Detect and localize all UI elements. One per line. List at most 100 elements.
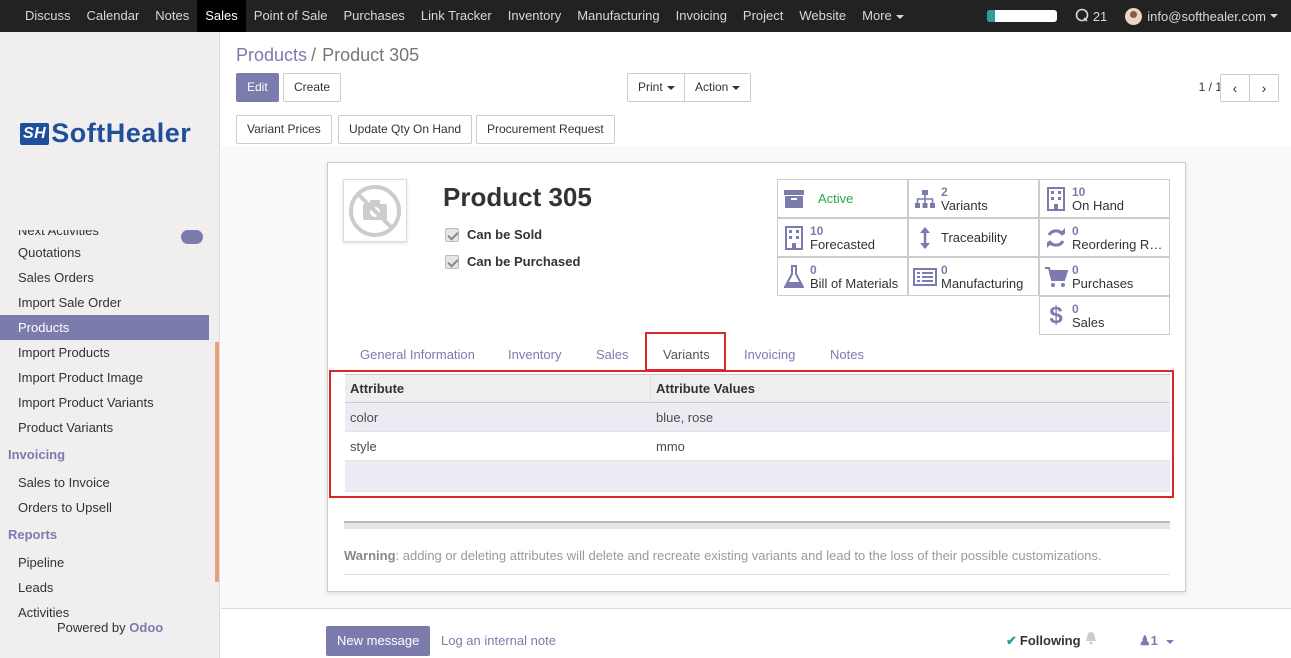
menu-more[interactable]: More (854, 0, 912, 32)
sidebar-item-orders-to-upsell[interactable]: Orders to Upsell (0, 495, 209, 520)
company-logo: SH SoftHealer (20, 118, 191, 149)
can-be-purchased-checkbox[interactable]: Can be Purchased (445, 254, 580, 269)
sidebar-item-sales-orders[interactable]: Sales Orders (0, 265, 209, 290)
following-button[interactable]: ✔ Following (1006, 633, 1081, 649)
user-email: info@softhealer.com (1147, 8, 1266, 24)
sidebar-item-next-activities[interactable]: Next Activities (0, 230, 209, 240)
archive-icon (778, 189, 810, 209)
sitemap-icon (909, 189, 941, 209)
sidebar-item-import-sale-order[interactable]: Import Sale Order (0, 290, 209, 315)
breadcrumb-current: Product 305 (322, 45, 420, 65)
variants-smart-button[interactable]: 2 Variants (908, 179, 1039, 218)
breadcrumb-products[interactable]: Products (236, 45, 307, 65)
sidebar-item-product-variants[interactable]: Product Variants (0, 415, 209, 440)
tab-inventory[interactable]: Inventory (508, 347, 561, 362)
bell-icon[interactable] (1085, 631, 1097, 648)
sidebar-item-leads[interactable]: Leads (0, 575, 209, 600)
traceability-smart-button[interactable]: Traceability (908, 218, 1039, 257)
procurement-request-button[interactable]: Procurement Request (476, 115, 615, 144)
sidebar-item-products[interactable]: Products (0, 315, 209, 340)
sidebar-section-reports[interactable]: Reports (0, 520, 209, 550)
menu-manufacturing[interactable]: Manufacturing (569, 0, 667, 32)
variants-label: Variants (941, 197, 988, 213)
can-be-sold-checkbox[interactable]: Can be Sold (445, 227, 542, 242)
sidebar-item-sales-to-invoice[interactable]: Sales to Invoice (0, 470, 209, 495)
powered-by: Powered by Odoo (57, 620, 163, 635)
log-note-button[interactable]: Log an internal note (441, 633, 556, 648)
bom-smart-button[interactable]: 0 Bill of Materials (777, 257, 908, 296)
form-statusbar: Variant Prices Update Qty On Hand Procur… (221, 113, 1291, 146)
sidebar-item-import-product-image[interactable]: Import Product Image (0, 365, 209, 390)
print-dropdown[interactable]: Print (627, 73, 686, 102)
menu-point-of-sale[interactable]: Point of Sale (246, 0, 336, 32)
chevron-down-icon (895, 14, 904, 19)
menu-discuss[interactable]: Discuss (17, 0, 79, 32)
divider (344, 521, 1170, 529)
on-hand-label: On Hand (1072, 197, 1125, 213)
action-dropdown[interactable]: Action (684, 73, 752, 102)
menu-inventory[interactable]: Inventory (500, 0, 569, 32)
sidebar-item-import-products[interactable]: Import Products (0, 340, 209, 365)
chevron-right-icon: › (1261, 80, 1267, 96)
reordering-info: 0 Reordering R… (1072, 224, 1162, 252)
chevron-down-icon (1270, 14, 1278, 18)
sidebar-menu: Next Activities Quotations Sales Orders … (0, 230, 209, 625)
breadcrumb: Products / Product 305 (236, 45, 419, 66)
powered-prefix: Powered by (57, 620, 126, 635)
sidebar-scrollbar[interactable] (215, 342, 219, 582)
systray: 21 info@softhealer.com (986, 0, 1291, 32)
pager-value[interactable]: 1 / 1 (1199, 80, 1222, 94)
chevron-down-icon (1165, 639, 1174, 644)
forecasted-smart-button[interactable]: 10 Forecasted (777, 218, 908, 257)
checkbox-checked[interactable] (445, 254, 459, 269)
warning-text: : adding or deleting attributes will del… (395, 548, 1102, 563)
table-highlight (329, 370, 1174, 498)
variant-prices-button[interactable]: Variant Prices (236, 115, 332, 144)
purchases-smart-button[interactable]: 0 Purchases (1039, 257, 1170, 296)
tab-invoicing[interactable]: Invoicing (744, 347, 795, 362)
menu-invoicing[interactable]: Invoicing (668, 0, 735, 32)
tab-general-information[interactable]: General Information (360, 347, 475, 362)
bom-label: Bill of Materials (810, 275, 899, 291)
menu-purchases[interactable]: Purchases (336, 0, 413, 32)
sales-smart-button[interactable]: $ 0 Sales (1039, 296, 1170, 335)
edit-button[interactable]: Edit (236, 73, 279, 102)
product-name[interactable]: Product 305 (443, 182, 592, 213)
update-qty-button[interactable]: Update Qty On Hand (338, 115, 473, 144)
create-button[interactable]: Create (283, 73, 342, 102)
tab-sales[interactable]: Sales (596, 347, 629, 362)
can-be-purchased-label: Can be Purchased (467, 254, 581, 269)
menu-website[interactable]: Website (791, 0, 854, 32)
can-be-sold-label: Can be Sold (467, 227, 543, 242)
menu-link-tracker[interactable]: Link Tracker (413, 0, 500, 32)
on-hand-smart-button[interactable]: 10 On Hand (1039, 179, 1170, 218)
followers-dropdown[interactable]: ♟1 (1139, 633, 1174, 649)
powered-brand[interactable]: Odoo (129, 620, 163, 635)
active-smart-button[interactable]: Active (777, 179, 908, 218)
sidebar-section-invoicing[interactable]: Invoicing (0, 440, 209, 470)
tab-notes[interactable]: Notes (830, 347, 864, 362)
reordering-smart-button[interactable]: 0 Reordering R… (1039, 218, 1170, 257)
on-hand-info: 10 On Hand (1072, 185, 1124, 213)
progress-bar[interactable] (986, 10, 1057, 22)
pager-next-button[interactable]: › (1249, 74, 1279, 102)
sidebar-item-import-product-variants[interactable]: Import Product Variants (0, 390, 209, 415)
product-image[interactable] (343, 179, 407, 242)
new-message-button[interactable]: New message (326, 626, 431, 656)
sidebar-item-quotations[interactable]: Quotations (0, 240, 209, 265)
manufacturing-info: 0 Manufacturing (941, 263, 1023, 291)
print-label: Print (638, 80, 663, 94)
top-navbar: Discuss Calendar Notes Sales Point of Sa… (0, 0, 1291, 32)
checkbox-checked[interactable] (445, 227, 459, 242)
user-menu[interactable]: info@softhealer.com (1125, 7, 1278, 25)
forecasted-label: Forecasted (810, 236, 876, 252)
menu-project[interactable]: Project (735, 0, 791, 32)
manufacturing-smart-button[interactable]: 0 Manufacturing (908, 257, 1039, 296)
pager-previous-button[interactable]: ‹ (1220, 74, 1250, 102)
menu-calendar[interactable]: Calendar (79, 0, 148, 32)
menu-sales[interactable]: Sales (197, 0, 246, 32)
menu-notes[interactable]: Notes (147, 0, 197, 32)
logo-text: SoftHealer (51, 118, 192, 148)
messaging-menu[interactable]: 21 (1075, 8, 1107, 25)
sidebar-item-pipeline[interactable]: Pipeline (0, 550, 209, 575)
